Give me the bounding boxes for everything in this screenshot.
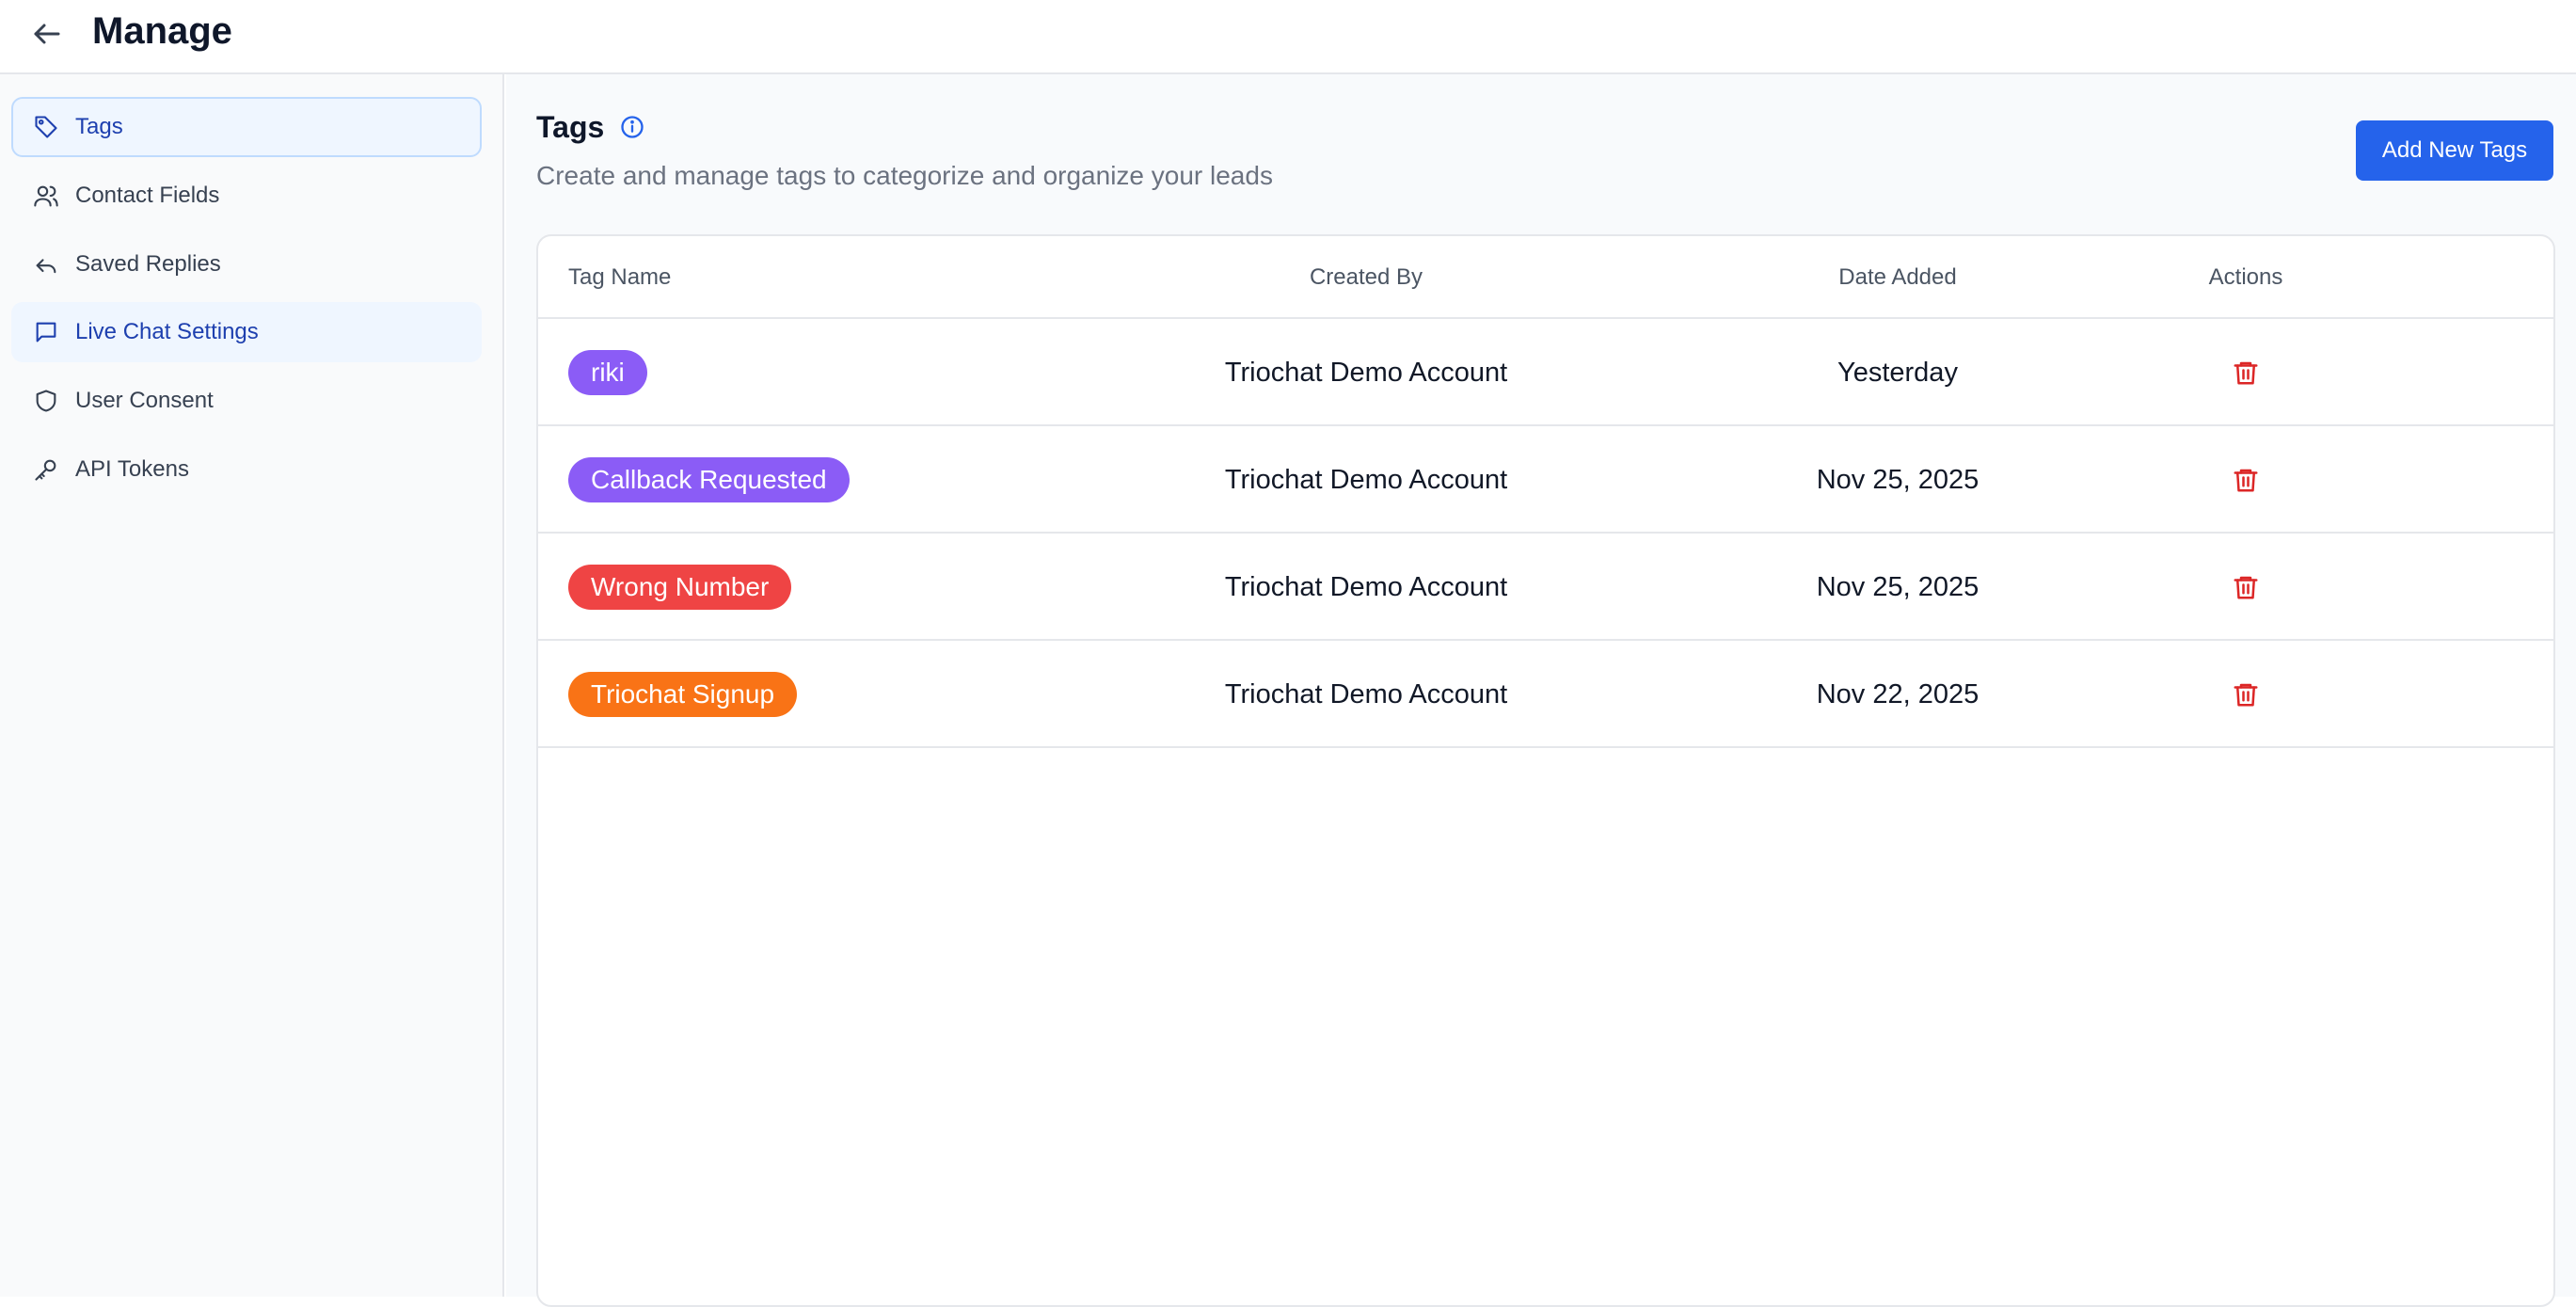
delete-button[interactable]: [2227, 676, 2265, 713]
sidebar-item-label: API Tokens: [75, 456, 189, 482]
main-content: Tags Create and manage tags to categoriz…: [506, 74, 2576, 1307]
sidebar-item-api-tokens[interactable]: API Tokens: [11, 439, 482, 500]
table-row: Wrong Number Triochat Demo Account Nov 25,…: [538, 534, 2553, 641]
table-row: Triochat Signup Triochat Demo Account Nov …: [538, 641, 2553, 748]
sidebar-item-saved-replies[interactable]: Saved Replies: [11, 234, 482, 295]
section-title: Tags: [536, 110, 605, 144]
column-header-date-added: Date Added: [1838, 264, 1957, 290]
created-by-cell: Triochat Demo Account: [1224, 358, 1508, 388]
info-icon[interactable]: [619, 114, 645, 140]
date-added-cell: Nov 22, 2025: [1816, 679, 1980, 709]
arrow-left-icon: [34, 24, 60, 44]
sidebar-item-contact-fields[interactable]: Contact Fields: [11, 166, 482, 226]
tag-icon: [32, 113, 60, 141]
trash-icon: [2234, 576, 2258, 599]
tag-pill: riki: [568, 350, 647, 395]
trash-icon: [2234, 683, 2258, 707]
sidebar-item-label: Tags: [75, 114, 123, 139]
table-header: Tag Name Created By Date Added Actions: [538, 236, 2553, 319]
sidebar-item-live-chat-settings[interactable]: Live Chat Settings: [11, 302, 482, 362]
table-row: Callback Requested Triochat Demo Account N…: [538, 426, 2553, 534]
tag-pill: Callback Requested: [568, 457, 850, 502]
users-icon: [32, 182, 60, 210]
key-icon: [32, 455, 60, 484]
tag-pill: Wrong Number: [568, 565, 792, 610]
date-added-cell: Yesterday: [1837, 358, 1958, 388]
sidebar-item-label: Saved Replies: [75, 251, 221, 277]
created-by-cell: Triochat Demo Account: [1224, 465, 1508, 495]
tag-pill: Triochat Signup: [568, 672, 798, 717]
column-header-tag-name: Tag Name: [568, 264, 672, 290]
sidebar-item-label: Contact Fields: [75, 183, 220, 208]
column-header-created-by: Created By: [1309, 264, 1423, 290]
add-new-tags-button[interactable]: Add New Tags: [2356, 120, 2553, 181]
chat-icon: [32, 318, 60, 346]
column-header-actions: Actions: [2208, 264, 2283, 290]
table-row: riki Triochat Demo Account Yesterday: [538, 319, 2553, 426]
sidebar-item-user-consent[interactable]: User Consent: [11, 371, 482, 431]
trash-icon: [2234, 469, 2258, 492]
tags-table: Tag Name Created By Date Added Actions r…: [536, 234, 2555, 1307]
delete-button[interactable]: [2227, 354, 2265, 391]
delete-button[interactable]: [2227, 461, 2265, 499]
sidebar: Tags Contact Fields Saved Replies Live C…: [0, 74, 504, 1297]
sidebar-item-label: User Consent: [75, 388, 214, 413]
shield-icon: [32, 387, 60, 415]
sidebar-item-label: Live Chat Settings: [75, 319, 259, 344]
created-by-cell: Triochat Demo Account: [1224, 572, 1508, 602]
reply-icon: [32, 250, 60, 279]
back-button[interactable]: [26, 13, 68, 55]
sidebar-item-tags[interactable]: Tags: [11, 97, 482, 157]
delete-button[interactable]: [2227, 568, 2265, 606]
date-added-cell: Nov 25, 2025: [1816, 465, 1980, 495]
trash-icon: [2234, 361, 2258, 385]
top-bar: Manage: [0, 0, 2576, 74]
date-added-cell: Nov 25, 2025: [1816, 572, 1980, 602]
page-title: Manage: [92, 10, 232, 52]
created-by-cell: Triochat Demo Account: [1224, 679, 1508, 709]
section-subtitle: Create and manage tags to categorize and…: [536, 161, 1273, 190]
